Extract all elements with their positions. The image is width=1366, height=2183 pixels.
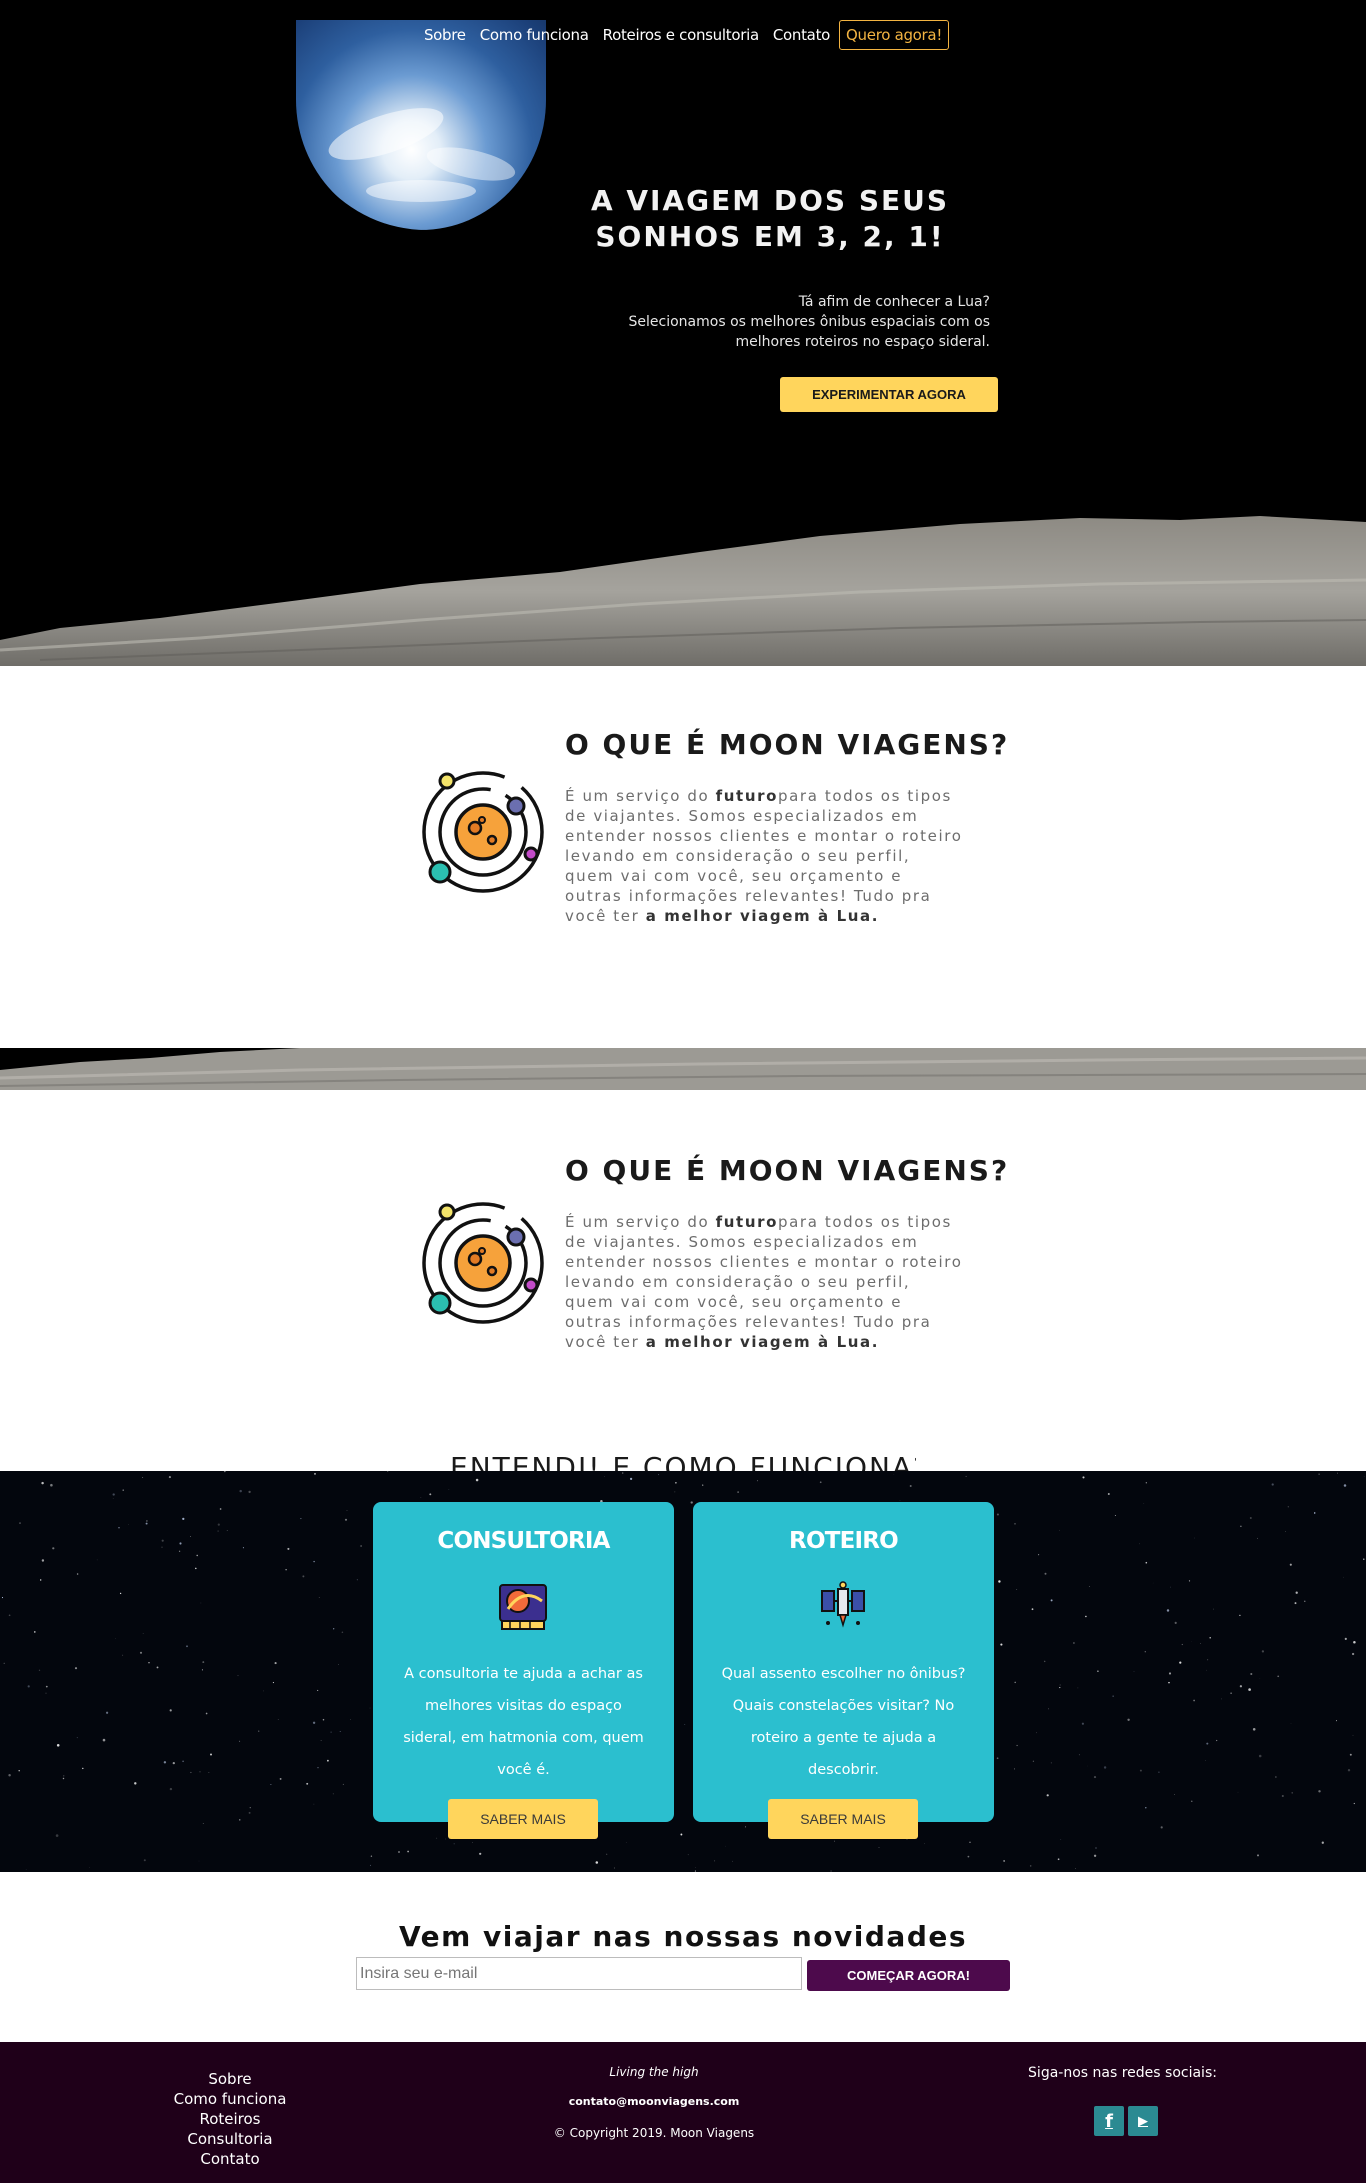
footer-copyright: © Copyright 2019. Moon Viagens bbox=[553, 2126, 755, 2140]
saber-mais-button[interactable]: Saber mais bbox=[448, 1799, 598, 1839]
experimentar-agora-button[interactable]: Experimentar agora bbox=[780, 377, 998, 412]
social-title: Siga-nos nas redes sociais: bbox=[1028, 2065, 1217, 2081]
youtube-icon[interactable]: ▶ bbox=[1128, 2106, 1158, 2136]
earth-image bbox=[296, 20, 546, 230]
hero-text: Tá afim de conhecer a Lua? Selecionamos … bbox=[628, 294, 990, 350]
moon-surface-strip bbox=[0, 1048, 1366, 1090]
footer-link-como-funciona[interactable]: Como funciona bbox=[174, 2090, 287, 2108]
top-nav: Sobre Como funciona Roteiros e consultor… bbox=[0, 20, 1366, 50]
footer-links: Sobre Como funciona Roteiros Consultoria… bbox=[130, 2069, 330, 2169]
facebook-icon[interactable]: f bbox=[1094, 2106, 1124, 2136]
footer-tagline: Living the high bbox=[609, 2065, 699, 2079]
moon-surface-image bbox=[0, 516, 1366, 666]
about-title: O QUE É MOON VIAGENS? bbox=[565, 1154, 1010, 1187]
hero-section: Sobre Como funciona Roteiros e consultor… bbox=[0, 0, 1366, 666]
about-text: É um serviço do futuropara todos os tipo… bbox=[565, 1213, 963, 1351]
footer-link-sobre[interactable]: Sobre bbox=[208, 2070, 251, 2088]
about-section: O QUE É MOON VIAGENS? É um serviço do fu… bbox=[0, 666, 1366, 1091]
comecar-agora-button[interactable]: Começar agora! bbox=[807, 1960, 1010, 1991]
services-section: CONSULTORIA A consultoria te ajuda a ach… bbox=[0, 1471, 1366, 1872]
nav-cta-button[interactable]: Quero agora! bbox=[839, 20, 950, 50]
footer: Sobre Como funciona Roteiros Consultoria… bbox=[0, 2042, 1366, 2183]
satellite-map-icon bbox=[499, 1584, 547, 1630]
newsletter-title: Vem viajar nas nossas novidades bbox=[398, 1920, 968, 1953]
footer-link-contato[interactable]: Contato bbox=[200, 2150, 259, 2168]
newsletter-section: Vem viajar nas nossas novidades Começar … bbox=[0, 1872, 1366, 2042]
nav-item-contato[interactable]: Contato bbox=[766, 26, 837, 44]
footer-link-roteiros[interactable]: Roteiros bbox=[199, 2110, 260, 2128]
card-title: ROTEIRO bbox=[789, 1528, 899, 1554]
space-station-icon bbox=[821, 1581, 865, 1628]
planet-orbit-icon bbox=[422, 771, 544, 893]
card-title: CONSULTORIA bbox=[437, 1528, 610, 1554]
nav-item-como-funciona[interactable]: Como funciona bbox=[473, 26, 596, 44]
footer-link-consultoria[interactable]: Consultoria bbox=[187, 2130, 272, 2148]
nav-item-roteiros[interactable]: Roteiros e consultoria bbox=[596, 26, 766, 44]
card-consultoria: CONSULTORIA A consultoria te ajuda a ach… bbox=[373, 1502, 674, 1839]
card-text: Qual assento escolher no ônibus? Quais c… bbox=[721, 1666, 966, 1778]
card-roteiro: ROTEIRO Qual assento escolher no ônibus?… bbox=[693, 1502, 994, 1839]
about-text: É um serviço do futuropara todos os tipo… bbox=[565, 787, 963, 925]
about-title: O QUE É MOON VIAGENS? bbox=[565, 728, 1010, 761]
email-input[interactable] bbox=[356, 1957, 802, 1990]
nav-item-sobre[interactable]: Sobre bbox=[417, 26, 473, 44]
starfield-background bbox=[1, 1471, 1365, 1872]
saber-mais-button[interactable]: Saber mais bbox=[768, 1799, 918, 1839]
como-funciona-heading: ENTENDI! E COMO FUNCIONA? bbox=[450, 1451, 916, 1471]
about-section-repeat: O QUE É MOON VIAGENS? É um serviço do fu… bbox=[0, 1090, 1366, 1471]
hero-title: A VIAGEM DOS SEUS SONHOS EM 3, 2, 1! bbox=[590, 184, 950, 253]
planet-orbit-icon bbox=[422, 1202, 544, 1324]
footer-email-link[interactable]: contato@moonviagens.com bbox=[504, 2095, 804, 2108]
card-text: A consultoria te ajuda a achar as melhor… bbox=[403, 1666, 644, 1778]
